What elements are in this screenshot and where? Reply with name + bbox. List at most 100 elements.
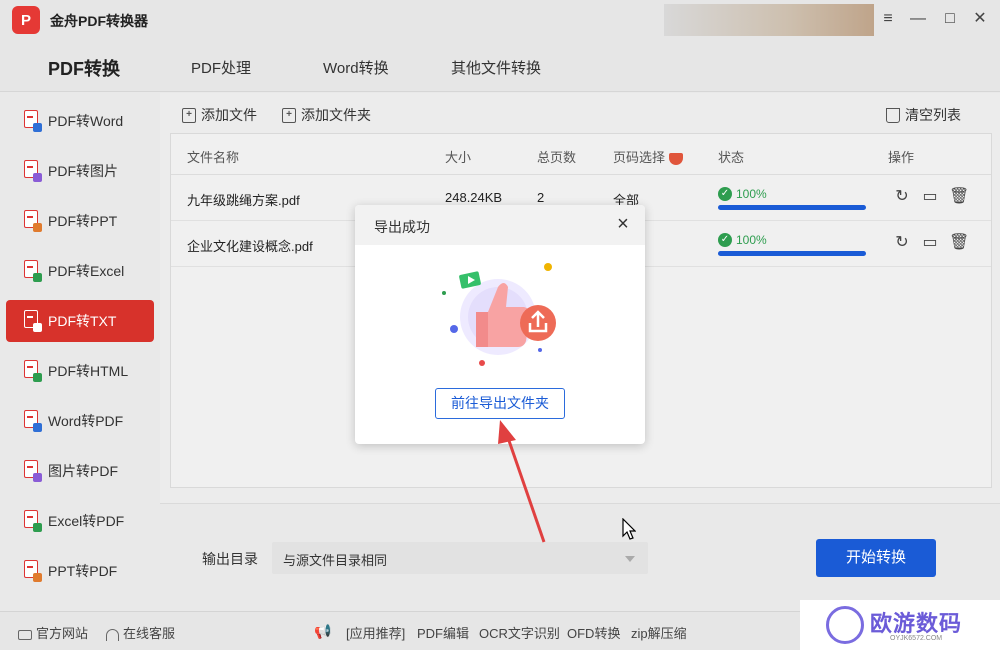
app-logo: P (12, 6, 40, 34)
sidebar-item[interactable]: PPT转PDF (6, 550, 154, 592)
start-convert-button[interactable]: 开始转换 (816, 539, 936, 577)
vip-badge-icon (669, 152, 684, 165)
add-file-label: 添加文件 (201, 107, 257, 123)
add-file-button[interactable]: + 添加文件 (182, 105, 257, 125)
delete-icon[interactable]: 🗑 (949, 234, 969, 252)
sidebar-item[interactable]: 图片转PDF (6, 450, 154, 492)
reconvert-icon[interactable]: ↻ (893, 188, 911, 206)
file-size: 248.24KB (445, 190, 503, 205)
dialog-close-icon[interactable]: × (613, 214, 633, 234)
title-bar: P 金舟PDF转换器 ≡ — □ ✕ (0, 0, 1000, 40)
col-actions: 操作 (888, 150, 915, 165)
reconvert-icon[interactable]: ↻ (893, 234, 911, 252)
watermark-text: 欧游数码 (870, 611, 963, 636)
add-file-icon: + (182, 107, 196, 123)
online-service-link[interactable]: 在线客服 (106, 623, 175, 642)
official-site-link[interactable]: 官方网站 (18, 623, 88, 642)
col-page-range: 页码选择 (613, 147, 684, 166)
file-name: 企业文化建设概念.pdf (187, 239, 313, 254)
sidebar: PDF转Word PDF转图片 PDF转PPT PDF转Excel PDF转TXT PDF… (0, 93, 160, 611)
pdf-file-icon (22, 560, 42, 582)
minimize-icon[interactable]: — (908, 9, 928, 29)
col-status: 状态 (718, 150, 745, 165)
tab-other-convert[interactable]: 其他文件转换 (451, 57, 541, 78)
delete-icon[interactable]: 🗑 (949, 188, 969, 206)
pdf-file-icon (22, 460, 42, 482)
zip-link[interactable]: zip解压缩 (631, 623, 687, 642)
close-icon[interactable]: ✕ (970, 9, 990, 29)
open-export-folder-button[interactable]: 前往导出文件夹 (435, 388, 565, 419)
sidebar-item[interactable]: PDF转TXT (6, 300, 154, 342)
user-account-area[interactable] (664, 4, 874, 36)
col-size: 大小 (445, 150, 472, 165)
watermark-sub: OYJK6572.COM (890, 635, 943, 642)
sidebar-item[interactable]: Excel转PDF (6, 500, 154, 542)
check-icon: ✓ (718, 233, 732, 248)
output-dir-select[interactable]: 与源文件目录相同 (272, 542, 648, 574)
thumbs-up-illustration (442, 263, 556, 366)
sidebar-item[interactable]: PDF转HTML (6, 350, 154, 392)
ofd-link[interactable]: OFD转换 (567, 623, 620, 642)
pdf-file-icon (22, 510, 42, 532)
pdf-file-icon (22, 160, 42, 182)
tab-pdf-convert[interactable]: PDF转换 (48, 55, 120, 81)
menu-icon[interactable]: ≡ (878, 9, 898, 29)
status: ✓ 100% (718, 185, 868, 211)
dialog-header: 导出成功 × (355, 205, 645, 245)
sidebar-item-label: PDF转Word (48, 113, 124, 129)
official-site-label: 官方网站 (36, 626, 89, 641)
ocr-link[interactable]: OCR文字识别 (479, 623, 560, 642)
sidebar-item-label: PDF转图片 (48, 163, 118, 179)
dialog-title: 导出成功 (374, 219, 430, 235)
add-folder-button[interactable]: + 添加文件夹 (282, 105, 371, 125)
sidebar-item[interactable]: PDF转图片 (6, 150, 154, 192)
progress-bar (718, 205, 866, 211)
file-pages: 2 (537, 190, 545, 205)
output-dir-label: 输出目录 (202, 551, 258, 567)
sidebar-item[interactable]: PDF转Word (6, 100, 154, 142)
online-service-label: 在线客服 (123, 626, 176, 641)
status: ✓ 100% (718, 231, 868, 257)
progress-text: 100% (736, 187, 767, 202)
pdf-file-icon (22, 310, 42, 332)
annotation-arrow (498, 420, 546, 543)
sidebar-item-label: PDF转PPT (48, 213, 118, 229)
watermark: 欧游数码 OYJK6572.COM (800, 600, 1000, 650)
sidebar-item-label: PDF转TXT (48, 313, 117, 329)
app-title: 金舟PDF转换器 (50, 13, 148, 29)
check-icon: ✓ (718, 187, 732, 202)
sidebar-item[interactable]: PDF转PPT (6, 200, 154, 242)
app-recommend-link[interactable]: [应用推荐] (346, 623, 405, 642)
megaphone-icon: 📢 (314, 623, 332, 639)
pdf-file-icon (22, 110, 42, 132)
add-folder-icon: + (282, 107, 296, 123)
sidebar-item-label: PDF转HTML (48, 363, 129, 379)
pdf-edit-link[interactable]: PDF编辑 (417, 623, 469, 642)
sidebar-item-label: Excel转PDF (48, 513, 125, 529)
headset-icon (106, 628, 119, 641)
sidebar-item-label: Word转PDF (48, 413, 124, 429)
mouse-cursor-icon (622, 518, 636, 540)
pdf-file-icon (22, 210, 42, 232)
col-page-range-label: 页码选择 (613, 150, 666, 165)
clear-list-label: 清空列表 (905, 107, 961, 123)
open-folder-icon[interactable]: ▭ (921, 188, 939, 206)
tab-word-convert[interactable]: Word转换 (323, 57, 389, 78)
file-name: 九年级跳绳方案.pdf (187, 193, 300, 208)
chevron-down-icon (625, 556, 635, 562)
col-file-name: 文件名称 (187, 150, 240, 165)
sidebar-item[interactable]: PDF转Excel (6, 250, 154, 292)
progress-text: 100% (736, 233, 767, 248)
pdf-file-icon (22, 260, 42, 282)
clear-list-button[interactable]: 清空列表 (886, 105, 961, 125)
open-folder-icon[interactable]: ▭ (921, 234, 939, 252)
col-pages: 总页数 (537, 150, 577, 165)
output-area: 输出目录 与源文件目录相同 开始转换 (160, 503, 1000, 611)
trash-icon (886, 107, 900, 123)
add-folder-label: 添加文件夹 (301, 107, 371, 123)
maximize-icon[interactable]: □ (940, 9, 960, 29)
top-nav: PDF转换 PDF处理 Word转换 其他文件转换 (0, 40, 1000, 92)
export-success-dialog: 导出成功 × 前往导出文件夹 (355, 205, 645, 444)
tab-pdf-process[interactable]: PDF处理 (191, 57, 251, 78)
sidebar-item[interactable]: Word转PDF (6, 400, 154, 442)
